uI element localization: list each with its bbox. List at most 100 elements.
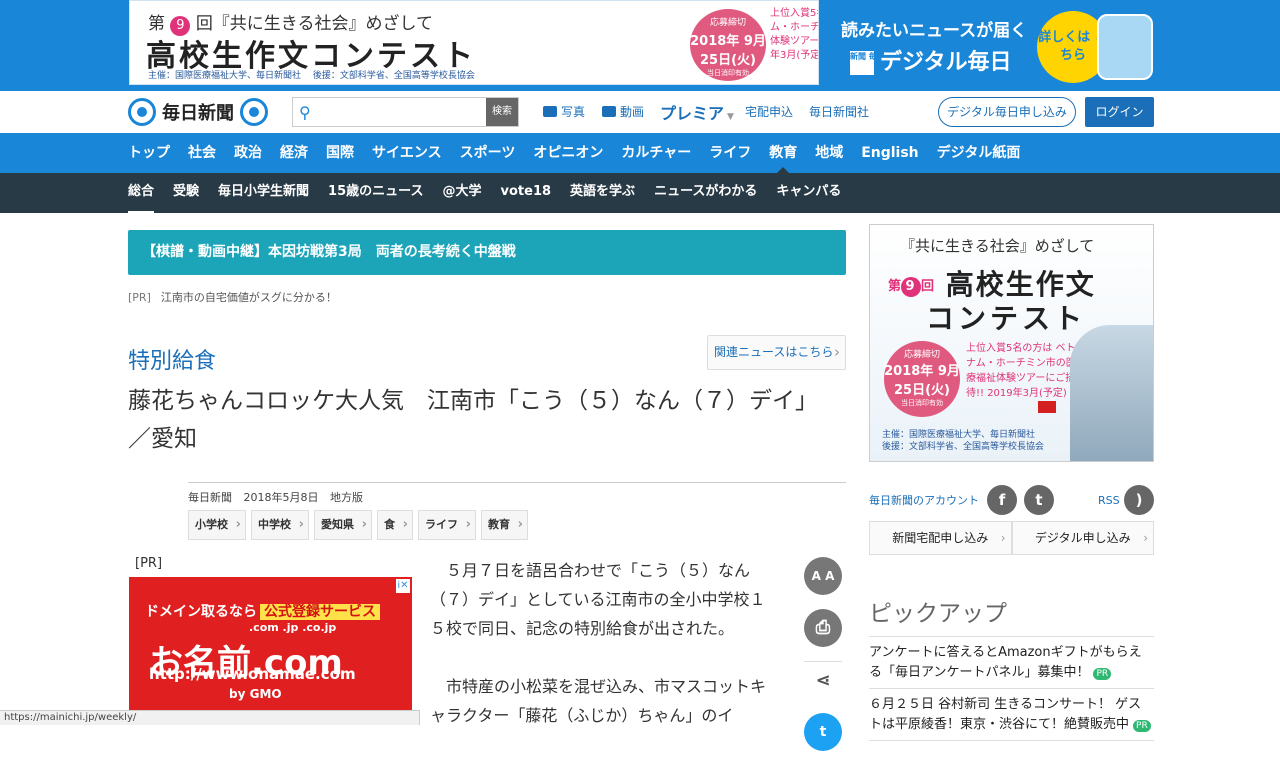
sub-nav-item[interactable]: ニュースがわかる bbox=[654, 173, 757, 213]
sub-nav-item[interactable]: @大学 bbox=[443, 173, 482, 213]
rss-icon[interactable]: ) bbox=[1124, 485, 1154, 515]
sub-nav-item[interactable]: 英語を学ぶ bbox=[570, 173, 635, 213]
breaking-news-bar[interactable]: 【棋譜・動画中継】本因坊戦第3局 両者の長考続く中盤戦 bbox=[128, 230, 846, 275]
rss-label[interactable]: RSS bbox=[1098, 494, 1120, 507]
tag-button[interactable]: 小学校 bbox=[188, 510, 246, 540]
article-date: 2018年5月8日 bbox=[243, 491, 319, 504]
twitter-icon[interactable]: t bbox=[1024, 485, 1054, 515]
mainichi-logo[interactable]: 毎日新聞 bbox=[128, 98, 268, 126]
student-photo bbox=[1070, 325, 1153, 461]
digital-apply-button[interactable]: デジタル毎日申し込み bbox=[938, 97, 1076, 127]
facebook-icon[interactable]: f bbox=[987, 485, 1017, 515]
main-nav-item[interactable]: デジタル紙面 bbox=[937, 133, 1021, 173]
pickup-text: ６月２５日 谷村新司 生きるコンサート！ ゲストは平原綾香！東京・渋谷にて！絶賛… bbox=[869, 697, 1142, 732]
main-nav-item[interactable]: 経済 bbox=[280, 133, 308, 173]
video-link[interactable]: 動画 bbox=[602, 103, 644, 120]
account-row: 毎日新聞のアカウント f t RSS ) bbox=[869, 485, 1154, 515]
main-nav-item[interactable]: トップ bbox=[128, 133, 170, 173]
sub-nav: 総合 受験 毎日小学生新聞 15歳のニュース @大学 vote18 英語を学ぶ ニュースがわか… bbox=[0, 173, 1280, 213]
digital-mainichi-ad-text[interactable]: 読みたいニュースが届く bbox=[841, 16, 1027, 41]
main-nav-item[interactable]: 政治 bbox=[234, 133, 262, 173]
camera-icon bbox=[543, 106, 557, 117]
main-nav-item[interactable]: 社会 bbox=[188, 133, 216, 173]
video-icon bbox=[602, 106, 616, 117]
site-header: 毎日新聞 ⚲ 検索 写真 動画 プレミア ▼ 宅配申込 毎日新聞社 デジタル毎日申… bbox=[0, 91, 1280, 133]
delivery-link[interactable]: 宅配申込 bbox=[745, 103, 793, 120]
digital-mainichi-ad-logo[interactable]: 新聞 毎日デジタル毎日 bbox=[850, 44, 1012, 76]
tag-button[interactable]: 教育 bbox=[481, 510, 528, 540]
sidebar-essay-contest-ad[interactable]: 『共に生きる社会』めざして 第9回 高校生作文 コンテスト 応募締切 2018年… bbox=[869, 224, 1154, 462]
ad-subtitle: 『共に生きる社会』めざして bbox=[900, 237, 1095, 255]
main-nav-item[interactable]: カルチャー bbox=[621, 133, 691, 173]
tag-button[interactable]: ライフ bbox=[418, 510, 476, 540]
tag-button[interactable]: 愛知県 bbox=[314, 510, 372, 540]
login-button[interactable]: ログイン bbox=[1085, 97, 1154, 127]
photo-link[interactable]: 写真 bbox=[543, 103, 585, 120]
pickup-list: アンケートに答えるとAmazonギフトがもらえる「毎日アンケートパネル」募集中！… bbox=[869, 636, 1154, 741]
company-link[interactable]: 毎日新聞社 bbox=[809, 103, 869, 120]
main-nav-item[interactable]: 教育 bbox=[769, 133, 797, 173]
logo-eye-icon bbox=[128, 98, 156, 126]
main-nav-item[interactable]: スポーツ bbox=[460, 133, 516, 173]
sub-nav-item[interactable]: vote18 bbox=[501, 173, 552, 213]
onamae-ad[interactable]: i✕ ドメイン取るなら 公式登録サービス .com .jp .co.jp お名前.… bbox=[129, 577, 412, 712]
ad-url: http://www.onamae.com bbox=[149, 665, 356, 683]
newspaper-subscribe-button[interactable]: 新聞宅配申し込み bbox=[869, 521, 1012, 555]
main-nav-item[interactable]: 国際 bbox=[326, 133, 354, 173]
ad-title-2: コンテスト bbox=[926, 302, 1087, 335]
pickup-heading: ピックアップ bbox=[869, 601, 1007, 627]
search-input[interactable] bbox=[321, 100, 481, 124]
ad-sponsors: 主催：国際医療福祉大学、毎日新聞社 後援：文部科学省、全国高等学校長協会 bbox=[148, 71, 475, 81]
pr-badge: PR bbox=[1093, 668, 1112, 680]
tag-list: 小学校中学校愛知県食ライフ教育 bbox=[188, 510, 533, 540]
ad-gmo: by GMO bbox=[229, 687, 282, 701]
related-news-button[interactable]: 関連ニュースはこちら bbox=[707, 335, 846, 370]
sub-nav-item[interactable]: 受験 bbox=[173, 173, 199, 213]
ad-promo-text: 上位入賞5名の方は ベトナム・ホーチミン市の医療福祉体験ツアーにご招待!! 20… bbox=[966, 343, 1076, 399]
pr-label: [PR] bbox=[128, 291, 151, 304]
tag-button[interactable]: 食 bbox=[377, 510, 413, 540]
logo-eye-icon bbox=[240, 98, 268, 126]
main-nav-item[interactable]: ライフ bbox=[709, 133, 751, 173]
ad-promo-text: 上位入賞5名の方は ベトナム・ホーチミン市の医療福祉体験ツアーにご招待!! 20… bbox=[770, 8, 819, 61]
article-edition: 地方版 bbox=[330, 491, 363, 504]
font-size-icon[interactable]: A A bbox=[804, 557, 842, 595]
search-button[interactable]: 検索 bbox=[486, 98, 518, 126]
essay-contest-banner-ad[interactable]: 第 9 回『共に生きる社会』めざして 高校生作文コンテスト 主催：国際医療福祉大… bbox=[129, 0, 819, 85]
ad-pr-label: [PR] bbox=[135, 556, 163, 571]
main-nav-item[interactable]: サイエンス bbox=[372, 133, 442, 173]
sub-nav-item[interactable]: 15歳のニュース bbox=[328, 173, 423, 213]
main-nav-list: トップ 社会 政治 経済 国際 サイエンス スポーツ オピニオン カルチャー ライフ 教育 地域 Eng… bbox=[128, 133, 1038, 173]
chevron-down-icon: ▼ bbox=[727, 112, 734, 122]
digital-subscribe-button[interactable]: デジタル申し込み bbox=[1011, 521, 1154, 555]
premia-link[interactable]: プレミア ▼ bbox=[660, 100, 734, 124]
main-nav-item[interactable]: English bbox=[861, 133, 918, 173]
article-paragraph: ５月７日を語呂合わせで「こう（５）なん（７）デイ」としている江南市の全小中学校１… bbox=[430, 561, 766, 638]
article-tools: A A ⎙ ⋖ t bbox=[804, 557, 842, 765]
tag-button[interactable]: 中学校 bbox=[251, 510, 309, 540]
sub-nav-item[interactable]: キャンパる bbox=[776, 173, 841, 213]
vietnam-flag-icon bbox=[1038, 401, 1056, 413]
mainichi-newspaper-icon: 新聞 毎日 bbox=[850, 51, 885, 75]
search-icon: ⚲ bbox=[299, 103, 311, 122]
share-icon[interactable]: ⋖ bbox=[804, 661, 842, 699]
subscribe-buttons: 新聞宅配申し込み デジタル申し込み bbox=[869, 521, 1154, 555]
print-icon[interactable]: ⎙ bbox=[804, 609, 842, 647]
pickup-item[interactable]: ６月２５日 谷村新司 生きるコンサート！ ゲストは平原綾香！東京・渋谷にて！絶賛… bbox=[869, 689, 1154, 741]
ad-domains: .com .jp .co.jp bbox=[249, 621, 337, 634]
ad-choices-icon[interactable]: i✕ bbox=[396, 579, 410, 593]
sub-nav-list: 総合 受験 毎日小学生新聞 15歳のニュース @大学 vote18 英語を学ぶ ニュースがわか… bbox=[128, 173, 860, 213]
top-banner: 第 9 回『共に生きる社会』めざして 高校生作文コンテスト 主催：国際医療福祉大… bbox=[0, 0, 1280, 91]
article-kicker: 特別給食 bbox=[128, 349, 217, 374]
pr-text-ad[interactable]: [PR] 江南市の自宅価値がスグに分かる！ bbox=[128, 289, 347, 305]
main-nav-item[interactable]: 地域 bbox=[815, 133, 843, 173]
article-source: 毎日新聞 bbox=[188, 491, 232, 504]
account-label: 毎日新聞のアカウント bbox=[869, 494, 979, 507]
search-box: ⚲ 検索 bbox=[292, 97, 519, 127]
pickup-item[interactable]: アンケートに答えるとAmazonギフトがもらえる「毎日アンケートパネル」募集中！… bbox=[869, 637, 1154, 689]
main-nav-item[interactable]: オピニオン bbox=[533, 133, 603, 173]
article-headline: 藤花ちゃんコロッケ大人気 江南市「こう（５）なん（７）デイ」 ／愛知 bbox=[128, 388, 830, 452]
sub-nav-item[interactable]: 毎日小学生新聞 bbox=[218, 173, 309, 213]
sub-nav-item[interactable]: 総合 bbox=[128, 173, 155, 213]
twitter-icon[interactable]: t bbox=[804, 713, 842, 751]
